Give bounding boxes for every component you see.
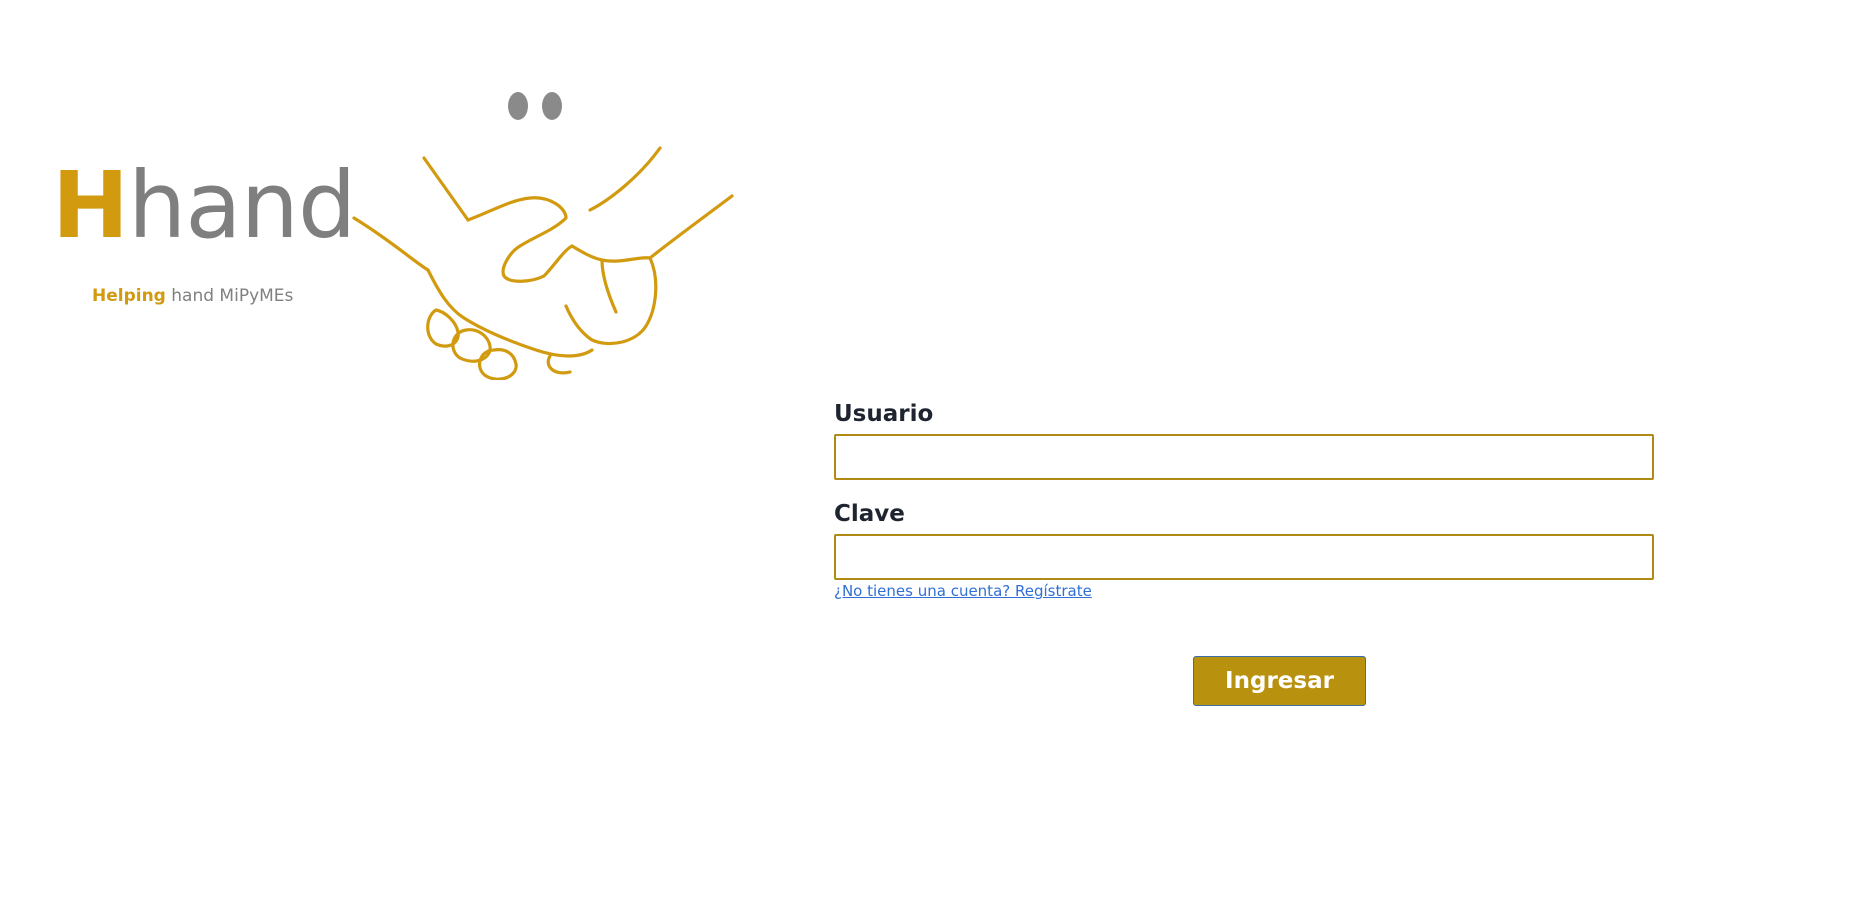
- hand-left-arm-upper: [422, 156, 470, 222]
- brand-logo: Hhand Helping hand MiPyMEs: [0, 0, 760, 380]
- password-label: Clave: [834, 501, 905, 527]
- hand-finger-3: [477, 348, 518, 380]
- tagline-rest: hand MiPyMEs: [165, 286, 294, 306]
- brand-name-rest: hand: [128, 152, 356, 259]
- field-spacer: [834, 480, 1654, 500]
- register-link[interactable]: ¿No tienes una cuenta? Regístrate: [834, 582, 1092, 600]
- brand-initial: H: [52, 152, 129, 259]
- hand-finger-4: [546, 354, 572, 375]
- login-form: Usuario Clave ¿No tienes una cuenta? Reg…: [834, 400, 1654, 601]
- hand-right-palm: [564, 244, 658, 346]
- submit-button[interactable]: Ingresar: [1193, 656, 1366, 706]
- hand-finger-2: [451, 328, 492, 363]
- hand-right-finger: [600, 258, 618, 314]
- tagline-accent: Helping: [92, 286, 166, 306]
- username-label: Usuario: [834, 401, 934, 427]
- password-input[interactable]: [834, 534, 1654, 580]
- hand-right-arm-upper: [588, 146, 662, 212]
- hand-right-arm-lower: [648, 194, 734, 260]
- handshake-icon: [352, 92, 734, 380]
- brand-wordmark: Hhand: [52, 160, 356, 252]
- hand-left-thumb: [466, 196, 574, 283]
- hand-left-arm-lower: [352, 216, 430, 272]
- eye-dot-right: [542, 92, 562, 120]
- brand-tagline: Helping hand MiPyMEs: [92, 286, 293, 306]
- username-input[interactable]: [834, 434, 1654, 480]
- eye-dot-left: [508, 92, 528, 120]
